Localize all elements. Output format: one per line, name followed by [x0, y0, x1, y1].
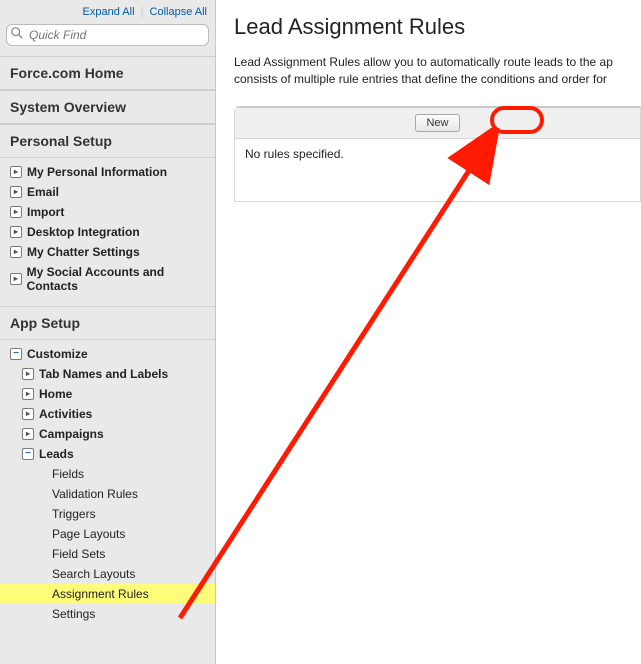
expand-icon [10, 273, 22, 285]
app-item-customize[interactable]: Customize [0, 344, 215, 364]
section-force-home[interactable]: Force.com Home [0, 56, 215, 90]
customize-item-leads[interactable]: Leads [0, 444, 215, 464]
expand-icon [10, 246, 22, 258]
empty-message: No rules specified. [245, 147, 344, 161]
expand-icon [10, 186, 22, 198]
setup-sidebar: Expand All | Collapse All Force.com Home… [0, 0, 216, 664]
separator: | [141, 6, 144, 18]
tree-label: Assignment Rules [52, 587, 149, 601]
collapse-icon [10, 348, 22, 360]
tree-label: Tab Names and Labels [39, 367, 168, 381]
personal-item-my-chatter-settings[interactable]: My Chatter Settings [0, 242, 215, 262]
expand-icon [10, 166, 22, 178]
desc-line-1: Lead Assignment Rules allow you to autom… [234, 55, 613, 69]
expand-icon [22, 428, 34, 440]
collapse-icon [22, 448, 34, 460]
section-app-setup[interactable]: App Setup [0, 306, 215, 340]
panel-body: No rules specified. [235, 139, 640, 201]
personal-item-email[interactable]: Email [0, 182, 215, 202]
desc-line-2: consists of multiple rule entries that d… [234, 72, 607, 86]
customize-item-activities[interactable]: Activities [0, 404, 215, 424]
page-description: Lead Assignment Rules allow you to autom… [234, 54, 641, 88]
leads-item-field-sets[interactable]: Field Sets [0, 544, 215, 564]
quick-find-wrap [0, 20, 215, 56]
customize-item-home[interactable]: Home [0, 384, 215, 404]
tree-label: Customize [27, 347, 88, 361]
expand-icon [22, 368, 34, 380]
leads-item-settings[interactable]: Settings [0, 604, 215, 624]
leads-item-validation-rules[interactable]: Validation Rules [0, 484, 215, 504]
section-personal-setup[interactable]: Personal Setup [0, 124, 215, 158]
main-content: Lead Assignment Rules Lead Assignment Ru… [216, 0, 641, 202]
annotation-arrow [170, 128, 530, 628]
tree-label: Desktop Integration [27, 225, 140, 239]
panel-toolbar: New [235, 108, 640, 139]
tree-label: Home [39, 387, 72, 401]
tree-label: Search Layouts [52, 567, 135, 581]
expand-icon [22, 388, 34, 400]
app-setup-tree: Customize Tab Names and Labels Home Acti… [0, 340, 215, 634]
page-title: Lead Assignment Rules [234, 14, 641, 40]
tree-label: Import [27, 205, 64, 219]
customize-item-tab-names[interactable]: Tab Names and Labels [0, 364, 215, 384]
new-button[interactable]: New [415, 114, 459, 132]
personal-item-my-personal-information[interactable]: My Personal Information [0, 162, 215, 182]
tree-label: Campaigns [39, 427, 104, 441]
section-system-overview[interactable]: System Overview [0, 90, 215, 124]
tree-label: My Personal Information [27, 165, 167, 179]
quick-find-input[interactable] [6, 24, 209, 46]
leads-item-assignment-rules[interactable]: Assignment Rules [0, 584, 215, 604]
tree-label: My Chatter Settings [27, 245, 140, 259]
expand-icon [10, 226, 22, 238]
tree-label: Settings [52, 607, 95, 621]
tree-label: Activities [39, 407, 92, 421]
tree-label: Fields [52, 467, 84, 481]
expand-icon [10, 206, 22, 218]
tree-label: Email [27, 185, 59, 199]
leads-item-fields[interactable]: Fields [0, 464, 215, 484]
personal-item-my-social-accounts[interactable]: My Social Accounts and Contacts [0, 262, 215, 296]
personal-item-import[interactable]: Import [0, 202, 215, 222]
customize-item-campaigns[interactable]: Campaigns [0, 424, 215, 444]
tree-label: Validation Rules [52, 487, 138, 501]
personal-item-desktop-integration[interactable]: Desktop Integration [0, 222, 215, 242]
tree-label: Triggers [52, 507, 96, 521]
expand-all-link[interactable]: Expand All [83, 6, 135, 18]
tree-label: Field Sets [52, 547, 105, 561]
tree-controls: Expand All | Collapse All [0, 0, 215, 20]
collapse-all-link[interactable]: Collapse All [150, 6, 207, 18]
leads-item-triggers[interactable]: Triggers [0, 504, 215, 524]
expand-icon [22, 408, 34, 420]
personal-setup-tree: My Personal Information Email Import Des… [0, 158, 215, 306]
tree-label: My Social Accounts and Contacts [27, 265, 211, 293]
tree-label: Page Layouts [52, 527, 125, 541]
leads-item-search-layouts[interactable]: Search Layouts [0, 564, 215, 584]
rules-panel: New No rules specified. [234, 106, 641, 202]
tree-label: Leads [39, 447, 74, 461]
leads-item-page-layouts[interactable]: Page Layouts [0, 524, 215, 544]
